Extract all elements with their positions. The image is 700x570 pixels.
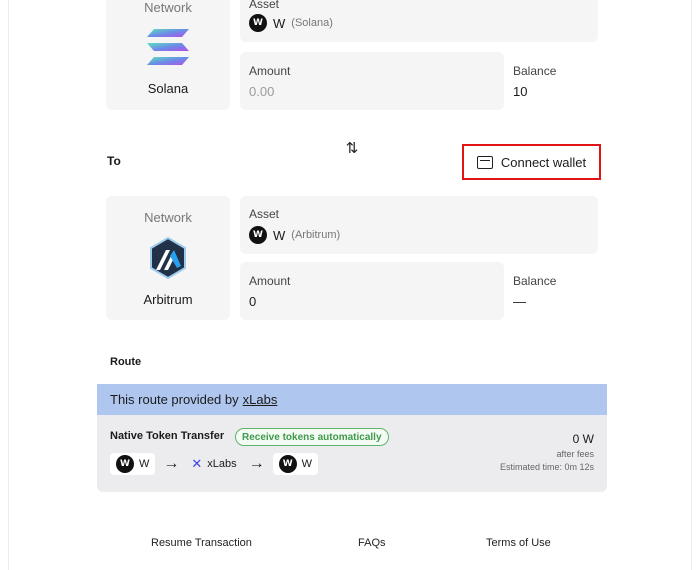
arbitrum-logo-icon <box>150 236 186 280</box>
w-token-icon: W <box>278 455 297 473</box>
swap-vertical-icon[interactable]: ⇅ <box>342 138 362 158</box>
from-asset-chain: (Solana) <box>291 17 333 29</box>
connect-wallet-button[interactable]: Connect wallet <box>462 144 601 180</box>
w-token-icon: W <box>249 14 267 32</box>
to-asset-symbol: W <box>273 227 286 243</box>
page-edge-right <box>691 0 692 570</box>
connect-wallet-label: Connect wallet <box>500 154 587 170</box>
to-asset-row: W W (Arbitrum) <box>249 226 340 244</box>
to-network-card[interactable]: Network Arbitrum <box>106 196 230 320</box>
from-network-name: Solana <box>147 81 189 96</box>
page-edge-left <box>8 0 9 570</box>
route-amount-out: 0 W <box>572 432 594 446</box>
from-amount-label: Amount <box>249 64 291 78</box>
auto-receive-badge: Receive tokens automatically <box>235 428 389 446</box>
route-option-card[interactable]: Native Token Transfer Receive tokens aut… <box>97 415 607 492</box>
to-asset-label: Asset <box>249 207 280 221</box>
faqs-link[interactable]: FAQs <box>358 537 386 549</box>
to-network-name: Arbitrum <box>143 292 193 307</box>
terms-of-use-link[interactable]: Terms of Use <box>486 537 551 549</box>
to-amount-card: Amount 0 <box>240 262 504 320</box>
w-token-icon: W <box>249 226 267 244</box>
from-network-label: Network <box>144 0 192 15</box>
to-amount-value: 0 <box>249 294 257 309</box>
xlabs-link[interactable]: xLabs <box>243 392 278 407</box>
route-relayer: ✕ xLabs <box>187 453 240 475</box>
route-relayer-name: xLabs <box>207 458 237 470</box>
to-balance-label: Balance <box>513 274 557 288</box>
to-balance-value: — <box>513 294 526 309</box>
to-amount-label: Amount <box>249 274 291 288</box>
route-source-symbol: W <box>139 458 150 470</box>
to-network-label: Network <box>144 210 192 225</box>
from-asset-row: W W (Solana) <box>249 14 333 32</box>
arrow-right-icon: → <box>163 455 180 472</box>
from-asset-label: Asset <box>249 0 280 11</box>
from-asset-symbol: W <box>273 15 286 31</box>
route-banner: This route provided by xLabs <box>97 384 607 415</box>
route-source-token: W W <box>110 453 156 475</box>
route-dest-token: W W <box>272 453 319 475</box>
route-path: W W → ✕ xLabs → W W <box>110 453 319 475</box>
to-section-label: To <box>107 154 121 168</box>
route-dest-symbol: W <box>301 458 313 470</box>
from-amount-card[interactable]: Amount 0.00 <box>240 52 504 110</box>
wallet-icon <box>476 155 493 169</box>
route-name: Native Token Transfer <box>110 430 225 442</box>
route-title: Route <box>110 356 142 368</box>
arrow-right-icon: → <box>248 455 265 472</box>
xlabs-icon: ✕ <box>191 456 203 471</box>
from-balance-label: Balance <box>513 64 557 78</box>
route-after-fees: after fees <box>556 449 594 459</box>
resume-transaction-link[interactable]: Resume Transaction <box>151 537 252 549</box>
to-asset-chain: (Arbitrum) <box>291 229 341 241</box>
from-asset-card[interactable]: Asset W W (Solana) <box>240 0 598 42</box>
w-token-icon: W <box>116 455 134 473</box>
from-amount-input[interactable]: 0.00 <box>249 84 274 99</box>
route-banner-text: This route provided by <box>110 392 239 407</box>
from-network-card[interactable]: Network Solana <box>106 0 230 110</box>
to-asset-card[interactable]: Asset W W (Arbitrum) <box>240 196 598 254</box>
route-estimated-time: Estimated time: 0m 12s <box>499 462 594 472</box>
from-balance-value: 10 <box>513 84 528 99</box>
solana-logo-icon <box>147 29 189 65</box>
